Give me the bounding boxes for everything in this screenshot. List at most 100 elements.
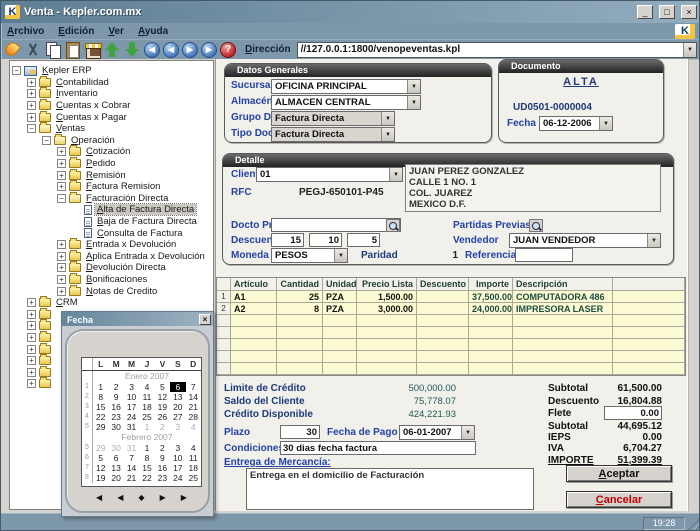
nav-prev-icon[interactable]: ◀ [163,42,179,58]
calendar-day[interactable]: 4 [186,422,201,432]
nav-first-icon[interactable]: ◀ [144,42,160,58]
vendedor-combo[interactable]: JUAN VENDEDOR▼ [509,233,661,248]
tree-item-entrada-x-devoluci-n[interactable]: +Entrada x Devolución [10,239,213,251]
calendar-day[interactable]: 23 [108,412,123,422]
table-cell[interactable] [613,291,685,303]
grupo-docto-combo[interactable]: Factura Directa▼ [271,111,395,126]
table-cell[interactable] [323,327,357,339]
table-cell[interactable] [613,327,685,339]
calendar-day[interactable]: 9 [108,392,123,402]
table-cell[interactable] [357,339,417,351]
table-cell[interactable] [277,315,323,327]
expand-toggle-icon[interactable]: + [27,310,36,319]
store-icon[interactable] [84,41,101,58]
calendar-day[interactable]: 22 [93,412,108,422]
expand-toggle-icon[interactable]: + [27,379,36,388]
calendar-day[interactable]: 13 [108,463,123,473]
flete-input[interactable] [604,406,662,420]
table-cell[interactable] [357,315,417,327]
calendar-day[interactable]: 30 [108,422,123,432]
table-cell[interactable] [231,351,277,363]
expand-toggle-icon[interactable]: + [27,89,36,98]
expand-toggle-icon[interactable]: + [27,298,36,307]
table-cell[interactable]: 25 [277,291,323,303]
expand-toggle-icon[interactable]: + [57,182,66,191]
calendar-day[interactable]: 23 [155,473,170,483]
tree-item-cuentas-x-cobrar[interactable]: +Cuentas x Cobrar [10,100,213,112]
calendar-day[interactable]: 11 [186,453,201,463]
expand-toggle-icon[interactable]: + [57,159,66,168]
calendar-day[interactable]: 31 [124,443,139,453]
expand-toggle-icon[interactable]: − [12,66,21,75]
calendar-day[interactable]: 12 [93,463,108,473]
table-cell[interactable] [231,327,277,339]
fecha-pago-combo[interactable]: 06-01-2007▼ [399,425,475,440]
table-cell[interactable]: 8 [277,303,323,315]
condiciones-input[interactable] [280,441,476,455]
calendar-day[interactable]: 10 [124,392,139,402]
calendar-day[interactable]: 30 [108,443,123,453]
table-row-empty[interactable] [217,339,685,351]
calendar-day[interactable]: 2 [155,443,170,453]
chevron-down-icon[interactable]: ▼ [334,249,347,262]
nav-next-icon[interactable]: ▶ [182,42,198,58]
table-cell[interactable] [417,339,469,351]
calendar-day[interactable]: 12 [155,392,170,402]
nav-last-icon[interactable]: ▶ [201,42,217,58]
expand-toggle-icon[interactable]: + [57,275,66,284]
tree-item-crm[interactable]: +CRM [10,297,213,309]
expand-toggle-icon[interactable]: + [57,287,66,296]
calendar-day[interactable]: 17 [170,463,185,473]
tree-item-kepler-erp[interactable]: −Kepler ERP [10,65,213,77]
calendar-day[interactable]: 16 [108,402,123,412]
calendar-day[interactable]: 19 [155,402,170,412]
calendar-day[interactable]: 18 [139,402,154,412]
table-cell[interactable] [417,315,469,327]
calendar-day[interactable]: 14 [124,463,139,473]
tipo-docto-combo[interactable]: Factura Directa▼ [271,127,395,142]
search-icon[interactable] [529,219,543,232]
table-cell[interactable] [323,339,357,351]
table-cell[interactable] [357,363,417,375]
calendar-day[interactable]: 1 [139,443,154,453]
table-row-empty[interactable] [217,315,685,327]
table-cell[interactable]: PZA [323,303,357,315]
table-cell[interactable]: A2 [231,303,277,315]
minimize-button[interactable]: _ [637,5,653,19]
calendar-day[interactable]: 6 [170,382,185,392]
table-cell[interactable] [231,363,277,375]
tree-item-inventario[interactable]: +Inventario [10,88,213,100]
aceptar-button[interactable]: Aceptar [566,465,672,482]
calendar-day[interactable]: 10 [170,453,185,463]
calendar-day[interactable]: 3 [170,422,185,432]
table-cell[interactable] [417,363,469,375]
calendar-day[interactable]: 6 [108,453,123,463]
table-cell[interactable] [613,339,685,351]
tree-item-factura-remision[interactable]: +Factura Remision [10,181,213,193]
calendar-day[interactable]: 4 [186,443,201,453]
table-cell[interactable] [469,315,513,327]
table-cell[interactable] [469,339,513,351]
tree-item-consulta-de-factura[interactable]: Consulta de Factura [10,227,213,239]
calendar-day[interactable]: 25 [139,412,154,422]
calendar-day[interactable]: 13 [170,392,185,402]
table-cell[interactable] [357,327,417,339]
table-cell[interactable] [417,351,469,363]
calendar-day[interactable]: 14 [186,392,201,402]
calendar-day[interactable]: 15 [139,463,154,473]
table-row[interactable]: 1A125PZA1,500.0037,500.00COMPUTADORA 486 [217,291,685,303]
calendar-day[interactable]: 3 [170,443,185,453]
chevron-down-icon[interactable]: ▼ [381,128,394,141]
table-cell[interactable]: IMPRESORA LASER [513,303,613,315]
expand-toggle-icon[interactable]: + [27,333,36,342]
calendar-day[interactable]: 8 [139,453,154,463]
menu-item-ayuda[interactable]: Ayuda [138,26,168,37]
referencia-input[interactable] [515,248,573,262]
table-cell[interactable] [323,363,357,375]
flame-icon[interactable] [4,41,21,58]
cal-prev-month-icon[interactable]: ◀ [117,493,123,502]
tree-item-contabilidad[interactable]: +Contabilidad [10,77,213,89]
tree-item-operaci-n[interactable]: −Operación [10,135,213,147]
calendar-day[interactable]: 22 [139,473,154,483]
cal-today-icon[interactable]: ◆ [138,493,144,502]
